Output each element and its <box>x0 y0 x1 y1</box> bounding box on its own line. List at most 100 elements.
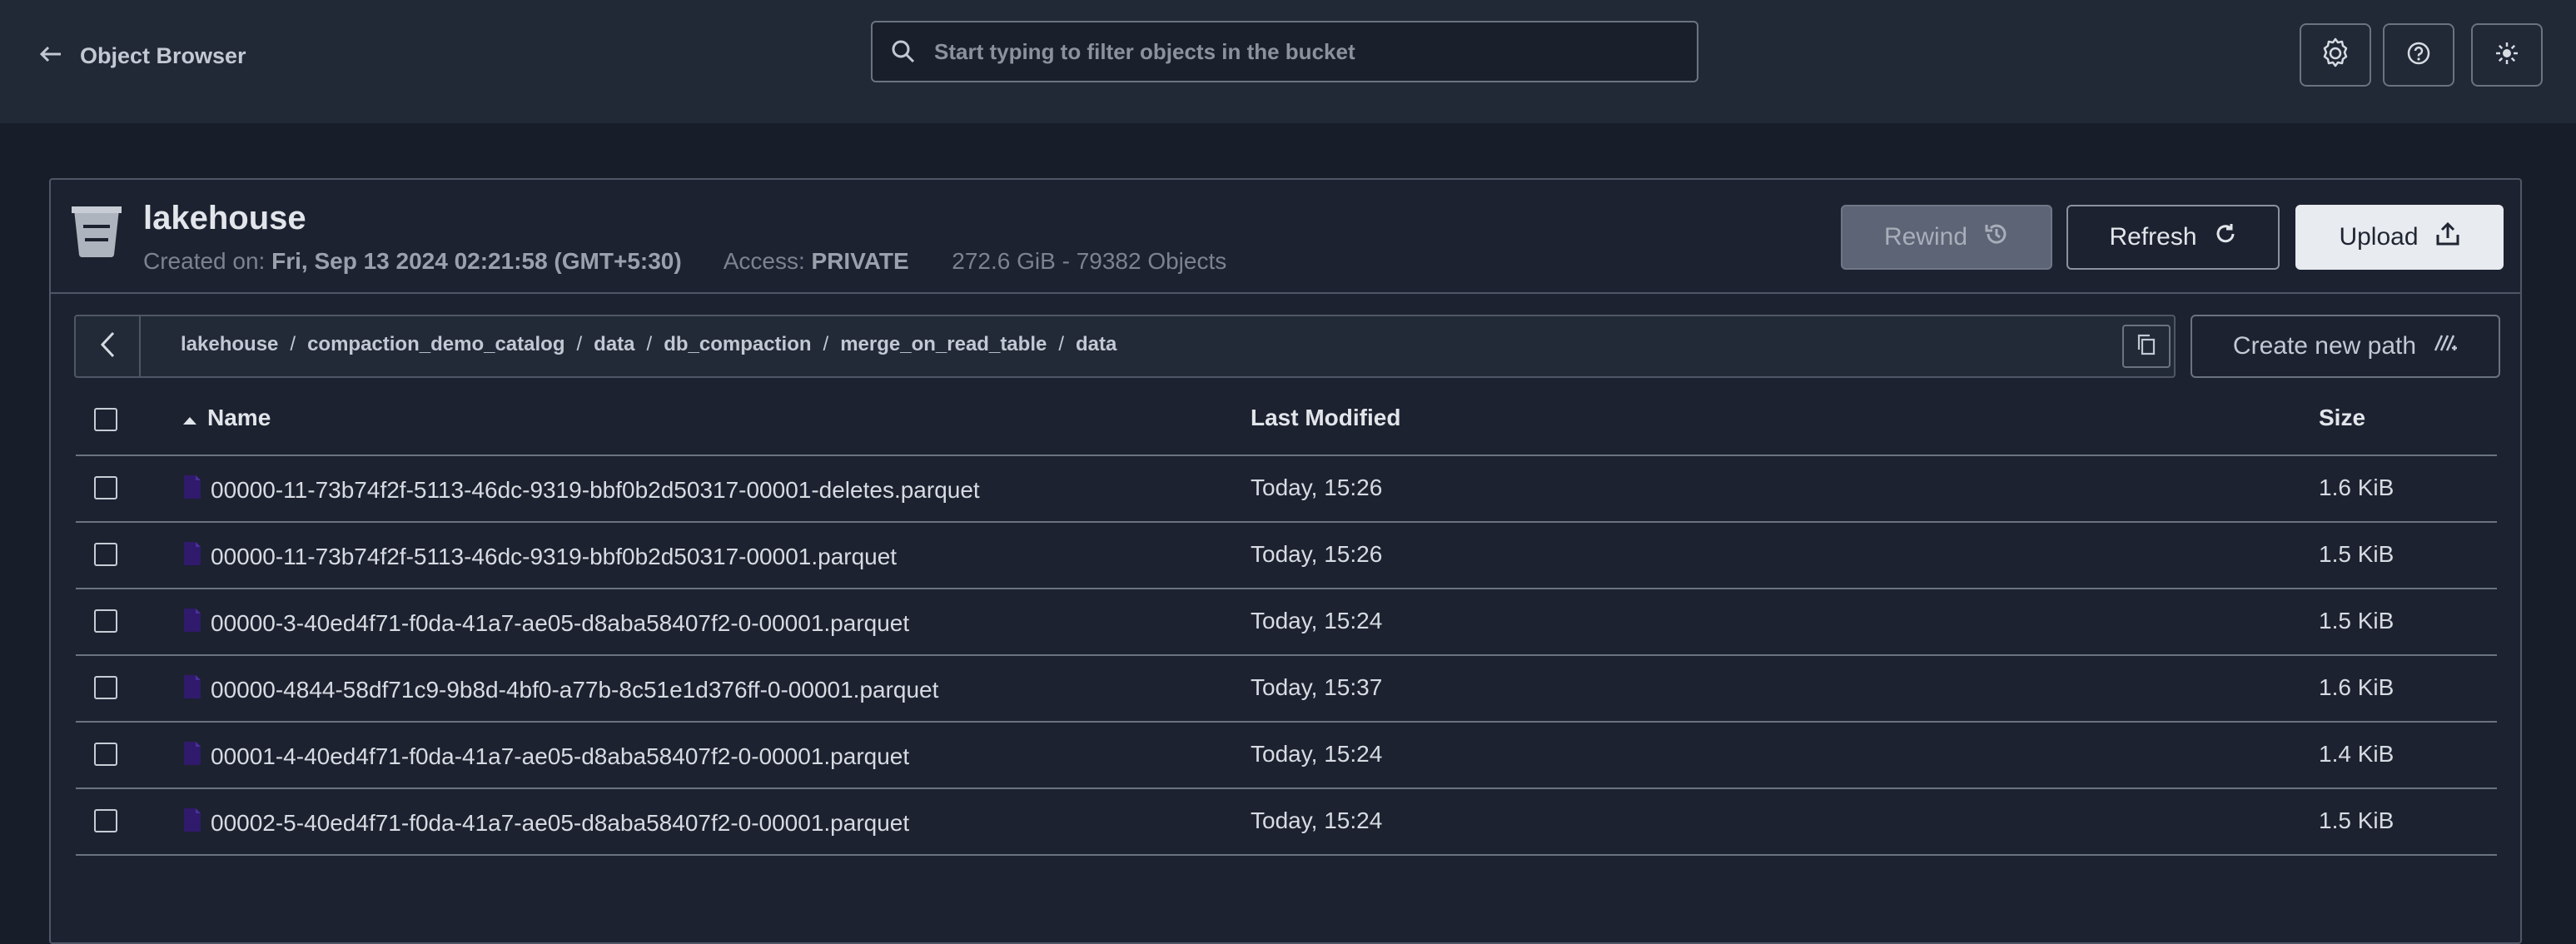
object-name-text: 00000-3-40ed4f71-f0da-41a7-ae05-d8aba584… <box>211 609 910 636</box>
row-checkbox[interactable] <box>94 476 117 499</box>
object-modified: Today, 15:26 <box>1251 541 1383 567</box>
object-modified: Today, 15:26 <box>1251 474 1383 500</box>
created-value: Fri, Sep 13 2024 02:21:58 (GMT+5:30) <box>271 248 682 274</box>
theme-toggle-button[interactable] <box>2471 23 2543 87</box>
object-name[interactable]: 00000-4844-58df71c9-9b8d-4bf0-a77b-8c51e… <box>182 674 938 705</box>
column-header-size[interactable]: Size <box>2319 405 2365 431</box>
object-name[interactable]: 00001-4-40ed4f71-f0da-41a7-ae05-d8aba584… <box>182 741 909 772</box>
arrow-left-icon <box>39 46 62 67</box>
upload-button[interactable]: Upload <box>2295 205 2504 270</box>
object-name[interactable]: 00000-11-73b74f2f-5113-46dc-9319-bbf0b2d… <box>182 474 980 505</box>
bucket-name: lakehouse <box>143 200 306 236</box>
column-name-label: Name <box>207 405 271 430</box>
breadcrumb-item[interactable]: db_compaction <box>664 333 811 356</box>
column-header-name[interactable]: Name <box>182 405 271 431</box>
object-name[interactable]: 00002-5-40ed4f71-f0da-41a7-ae05-d8aba584… <box>182 807 909 838</box>
select-all-checkbox[interactable] <box>94 408 117 431</box>
table-row[interactable]: 00000-11-73b74f2f-5113-46dc-9319-bbf0b2d… <box>76 523 2497 589</box>
file-icon <box>182 474 202 505</box>
search-box[interactable] <box>871 21 1698 82</box>
object-size: 1.6 KiB <box>2319 474 2394 500</box>
objects-table: Name Last Modified Size 00000-11-73b74f2… <box>76 386 2497 856</box>
row-checkbox[interactable] <box>94 609 117 633</box>
breadcrumb-separator: / <box>576 333 583 355</box>
object-name[interactable]: 00000-11-73b74f2f-5113-46dc-9319-bbf0b2d… <box>182 541 897 572</box>
sun-icon <box>2494 41 2519 70</box>
created-label: Created on: <box>143 248 266 274</box>
object-name-text: 00000-11-73b74f2f-5113-46dc-9319-bbf0b2d… <box>211 543 898 569</box>
breadcrumb: lakehouse / compaction_demo_catalog / da… <box>181 333 1116 356</box>
object-name-text: 00000-11-73b74f2f-5113-46dc-9319-bbf0b2d… <box>211 476 980 503</box>
table-row[interactable]: 00000-4844-58df71c9-9b8d-4bf0-a77b-8c51e… <box>76 656 2497 723</box>
file-icon <box>182 674 202 705</box>
chevron-left-icon <box>100 331 115 362</box>
object-name-text: 00001-4-40ed4f71-f0da-41a7-ae05-d8aba584… <box>211 743 910 769</box>
upload-label: Upload <box>2339 223 2419 251</box>
back-to-object-browser[interactable]: Object Browser <box>39 42 246 70</box>
table-row[interactable]: 00000-3-40ed4f71-f0da-41a7-ae05-d8aba584… <box>76 589 2497 656</box>
table-row[interactable]: 00002-5-40ed4f71-f0da-41a7-ae05-d8aba584… <box>76 789 2497 856</box>
breadcrumb-back-button[interactable] <box>76 316 141 376</box>
back-label: Object Browser <box>80 42 246 68</box>
object-modified: Today, 15:37 <box>1251 674 1383 700</box>
help-button[interactable] <box>2383 23 2454 87</box>
history-icon <box>1984 221 2009 253</box>
object-size: 1.5 KiB <box>2319 608 2394 633</box>
object-size: 1.5 KiB <box>2319 807 2394 833</box>
breadcrumb-separator: / <box>290 333 296 355</box>
top-bar: Object Browser <box>0 0 2576 123</box>
object-name[interactable]: 00000-3-40ed4f71-f0da-41a7-ae05-d8aba584… <box>182 608 909 638</box>
gear-icon <box>2319 37 2352 74</box>
table-row[interactable]: 00000-11-73b74f2f-5113-46dc-9319-bbf0b2d… <box>76 456 2497 523</box>
search-input[interactable] <box>932 37 1697 66</box>
object-size: 1.5 KiB <box>2319 541 2394 567</box>
breadcrumb-item[interactable]: data <box>594 333 634 356</box>
question-icon <box>2406 41 2431 70</box>
header-divider <box>51 292 2520 294</box>
file-icon <box>182 541 202 572</box>
breadcrumb-separator: / <box>823 333 829 355</box>
breadcrumb-separator: / <box>646 333 653 355</box>
refresh-label: Refresh <box>2109 223 2197 251</box>
rewind-label: Rewind <box>1883 223 1968 251</box>
object-modified: Today, 15:24 <box>1251 807 1383 833</box>
object-modified: Today, 15:24 <box>1251 741 1383 767</box>
row-checkbox[interactable] <box>94 743 117 766</box>
new-path-icon <box>2433 332 2458 360</box>
create-new-path-button[interactable]: Create new path <box>2191 315 2500 378</box>
object-name-text: 00000-4844-58df71c9-9b8d-4bf0-a77b-8c51e… <box>211 676 939 703</box>
refresh-button[interactable]: Refresh <box>2066 205 2280 270</box>
breadcrumb-item[interactable]: lakehouse <box>181 333 278 356</box>
sort-asc-icon <box>182 405 197 431</box>
access-label: Access: <box>723 248 805 274</box>
breadcrumb-item-current[interactable]: data <box>1076 333 1116 356</box>
object-name-text: 00002-5-40ed4f71-f0da-41a7-ae05-d8aba584… <box>211 809 910 836</box>
row-checkbox[interactable] <box>94 543 117 566</box>
bucket-icon <box>72 205 122 258</box>
object-size: 1.6 KiB <box>2319 674 2394 700</box>
copy-icon <box>2136 334 2156 360</box>
bucket-panel: lakehouse Created on: Fri, Sep 13 2024 0… <box>49 178 2522 944</box>
file-icon <box>182 807 202 838</box>
object-size: 1.4 KiB <box>2319 741 2394 767</box>
upload-icon <box>2435 221 2460 253</box>
breadcrumb-bar: lakehouse / compaction_demo_catalog / da… <box>74 315 2176 378</box>
create-path-label: Create new path <box>2232 332 2417 360</box>
settings-button[interactable] <box>2300 23 2371 87</box>
search-icon <box>889 37 918 66</box>
copy-path-button[interactable] <box>2122 325 2171 368</box>
file-icon <box>182 608 202 638</box>
object-modified: Today, 15:24 <box>1251 608 1383 633</box>
breadcrumb-item[interactable]: merge_on_read_table <box>840 333 1047 356</box>
rewind-button[interactable]: Rewind <box>1841 205 2052 270</box>
breadcrumb-separator: / <box>1058 333 1064 355</box>
table-row[interactable]: 00001-4-40ed4f71-f0da-41a7-ae05-d8aba584… <box>76 723 2497 789</box>
row-checkbox[interactable] <box>94 809 117 832</box>
table-header: Name Last Modified Size <box>76 386 2497 456</box>
row-checkbox[interactable] <box>94 676 117 699</box>
breadcrumb-item[interactable]: compaction_demo_catalog <box>307 333 564 356</box>
bucket-meta: Created on: Fri, Sep 13 2024 02:21:58 (G… <box>143 248 1226 275</box>
file-icon <box>182 741 202 772</box>
refresh-icon <box>2214 222 2237 252</box>
column-header-modified[interactable]: Last Modified <box>1251 405 1400 431</box>
